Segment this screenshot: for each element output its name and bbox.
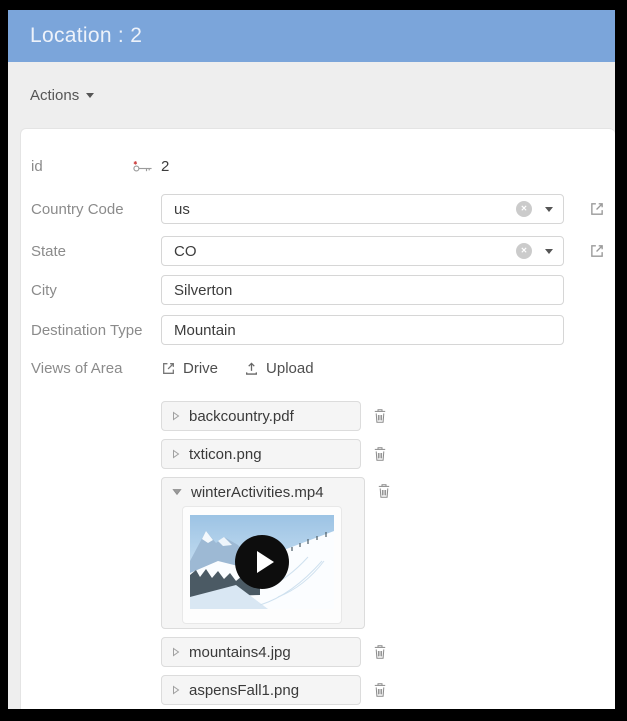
- collapse-caret-icon: [172, 411, 180, 421]
- page-header: Location : 2: [8, 10, 615, 62]
- chevron-down-icon[interactable]: [545, 206, 553, 212]
- views-of-area-row: Views of Area Drive Upload: [31, 357, 615, 379]
- open-reference-button[interactable]: [589, 243, 605, 259]
- destination-type-row: Destination Type: [31, 315, 615, 345]
- actions-label: Actions: [30, 86, 80, 104]
- video-preview: [190, 515, 334, 609]
- country-code-combobox[interactable]: us ✕: [161, 194, 564, 224]
- id-row: id 2: [31, 151, 615, 181]
- file-name: backcountry.pdf: [189, 407, 294, 425]
- country-code-row: Country Code us ✕: [31, 194, 615, 224]
- upload-button[interactable]: Upload: [244, 360, 314, 377]
- actions-dropdown-button[interactable]: Actions: [30, 86, 95, 104]
- city-input[interactable]: [161, 275, 564, 305]
- play-icon: [256, 551, 274, 573]
- form-card: id 2 Country Code us ✕ State CO ✕ City S…: [20, 128, 615, 709]
- actions-bar: Actions: [8, 62, 615, 128]
- drive-button[interactable]: Drive: [161, 360, 218, 377]
- delete-file-button[interactable]: [373, 446, 387, 462]
- clear-icon[interactable]: ✕: [516, 201, 532, 217]
- file-row: winterActivities.mp4: [161, 477, 615, 629]
- city-label: City: [31, 281, 57, 299]
- play-button[interactable]: [235, 535, 289, 589]
- delete-file-button[interactable]: [373, 644, 387, 660]
- file-expander[interactable]: winterActivities.mp4: [162, 478, 364, 506]
- file-row: txticon.png: [161, 439, 615, 469]
- file-name: aspensFall1.png: [189, 681, 300, 699]
- state-value: CO: [174, 242, 197, 260]
- id-value: 2: [161, 157, 170, 175]
- expand-caret-icon: [172, 488, 182, 496]
- country-code-label: Country Code: [31, 200, 124, 218]
- city-row: City: [31, 275, 615, 305]
- file-name: winterActivities.mp4: [191, 483, 324, 501]
- destination-type-label: Destination Type: [31, 321, 143, 339]
- state-combobox[interactable]: CO ✕: [161, 236, 564, 266]
- open-reference-button[interactable]: [589, 201, 605, 217]
- key-icon: [132, 160, 153, 173]
- country-code-value: us: [174, 200, 190, 218]
- file-expander[interactable]: txticon.png: [162, 440, 360, 468]
- delete-file-button[interactable]: [373, 682, 387, 698]
- state-label: State: [31, 242, 67, 260]
- delete-file-button[interactable]: [377, 483, 391, 499]
- state-row: State CO ✕: [31, 236, 615, 266]
- collapse-caret-icon: [172, 685, 180, 695]
- file-row: aspensFall1.png: [161, 675, 615, 705]
- file-expander[interactable]: mountains4.jpg: [162, 638, 360, 666]
- screen: Location : 2 Actions id 2 Country Code u…: [0, 0, 627, 721]
- id-label: id: [31, 157, 43, 175]
- chevron-down-icon[interactable]: [545, 248, 553, 254]
- collapse-caret-icon: [172, 647, 180, 657]
- page-title: Location : 2: [30, 24, 143, 47]
- file-row: backcountry.pdf: [161, 401, 615, 431]
- file-expander[interactable]: backcountry.pdf: [162, 402, 360, 430]
- file-name: mountains4.jpg: [189, 643, 291, 661]
- page: Location : 2 Actions id 2 Country Code u…: [8, 10, 615, 709]
- upload-label: Upload: [266, 359, 314, 377]
- clear-icon[interactable]: ✕: [516, 243, 532, 259]
- file-row: mountains4.jpg: [161, 637, 615, 667]
- drive-label: Drive: [183, 359, 219, 377]
- chevron-down-icon: [86, 92, 95, 98]
- delete-file-button[interactable]: [373, 408, 387, 424]
- file-expander[interactable]: aspensFall1.png: [162, 676, 360, 704]
- video-player: [182, 506, 342, 624]
- destination-type-input[interactable]: [161, 315, 564, 345]
- views-of-area-label: Views of Area: [31, 359, 123, 377]
- upload-icon: [244, 361, 259, 376]
- external-link-icon: [161, 361, 176, 376]
- file-name: txticon.png: [189, 445, 262, 463]
- file-list: backcountry.pdf txticon.png winterActivi…: [161, 401, 615, 705]
- collapse-caret-icon: [172, 449, 180, 459]
